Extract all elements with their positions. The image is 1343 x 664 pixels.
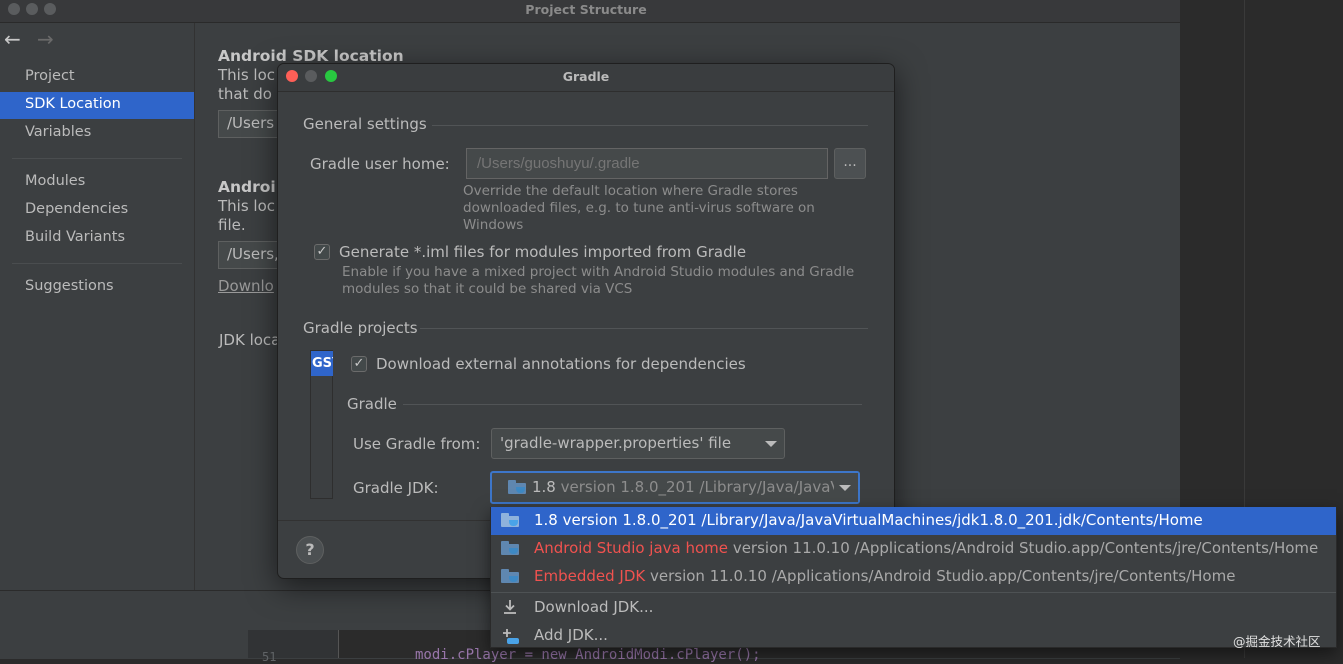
generate-iml-hint: Enable if you have a mixed project with … xyxy=(342,264,855,280)
jdk-option-detail: version 1.8.0_201 /Library/Java/JavaVirt… xyxy=(562,511,1203,529)
gradle-projects-heading: Gradle projects xyxy=(303,319,418,337)
sidebar-divider xyxy=(12,158,182,159)
watermark: @掘金技术社区 xyxy=(1233,634,1321,649)
sidebar-item-modules[interactable]: Modules xyxy=(25,173,85,189)
generate-iml-checkbox[interactable]: ✓ xyxy=(314,244,330,260)
dropdown-divider xyxy=(491,592,1336,593)
dialog-title: Gradle xyxy=(562,69,610,84)
download-annotations-label: Download external annotations for depend… xyxy=(376,355,746,373)
section-divider xyxy=(403,404,862,405)
jdk-option-detail: version 11.0.10 /Applications/Android St… xyxy=(732,539,1319,557)
sidebar-item-project[interactable]: Project xyxy=(25,68,75,84)
use-gradle-from-value: 'gradle-wrapper.properties' file xyxy=(500,434,732,452)
jdk-folder-icon xyxy=(501,569,519,583)
sidebar-item-variables[interactable]: Variables xyxy=(25,124,91,140)
user-home-hint: Windows xyxy=(463,217,524,233)
download-ndk-link[interactable]: Downlo xyxy=(218,277,274,295)
jdk-option-name: Embedded JDK xyxy=(534,567,646,585)
browse-button[interactable]: ... xyxy=(834,148,866,179)
project-list-item[interactable]: GSY xyxy=(311,351,333,376)
section-divider xyxy=(432,125,868,126)
add-jdk-action[interactable]: Add JDK... xyxy=(491,622,1336,650)
jdk-option-name: Android Studio java home xyxy=(534,539,729,557)
jdk-option-detail: version 11.0.10 /Applications/Android St… xyxy=(650,567,1236,585)
android-ndk-description: This loc xyxy=(218,197,276,215)
gradle-user-home-input[interactable] xyxy=(466,148,828,179)
gradle-jdk-label: Gradle JDK: xyxy=(353,479,439,497)
android-ndk-description: file. xyxy=(218,216,246,234)
back-arrow-icon[interactable]: ← xyxy=(4,27,21,51)
jdk-folder-icon xyxy=(501,541,519,555)
jdk-folder-icon xyxy=(508,480,526,494)
android-sdk-description: that do xyxy=(218,85,272,103)
download-jdk-action[interactable]: Download JDK... xyxy=(491,594,1336,622)
section-divider xyxy=(420,328,868,329)
sidebar-item-dependencies[interactable]: Dependencies xyxy=(25,201,128,217)
jdk-option-embedded-jdk[interactable]: Embedded JDK version 11.0.10 /Applicatio… xyxy=(491,563,1336,591)
generate-iml-hint: modules so that it could be shared via V… xyxy=(342,281,633,297)
gradle-user-home-label: Gradle user home: xyxy=(310,155,450,173)
jdk-option-1-8[interactable]: 1.8 version 1.8.0_201 /Library/Java/Java… xyxy=(491,507,1336,535)
android-sdk-description: This loc xyxy=(218,66,276,84)
download-icon xyxy=(501,598,519,620)
gradle-jdk-name: 1.8 xyxy=(532,478,556,496)
android-ndk-heading: Androi xyxy=(218,178,276,196)
jdk-option-android-studio-java-home[interactable]: Android Studio java home version 11.0.10… xyxy=(491,535,1336,563)
sidebar-item-suggestions[interactable]: Suggestions xyxy=(25,278,114,294)
add-jdk-label: Add JDK... xyxy=(534,626,608,644)
window-title: Project Structure xyxy=(525,2,647,17)
general-settings-heading: General settings xyxy=(303,115,427,133)
jdk-folder-icon xyxy=(501,513,519,527)
chevron-down-icon xyxy=(765,441,777,447)
help-button[interactable]: ? xyxy=(296,536,324,564)
sidebar-item-build-variants[interactable]: Build Variants xyxy=(25,229,125,245)
generate-iml-label: Generate *.iml files for modules importe… xyxy=(339,243,747,261)
use-gradle-from-label: Use Gradle from: xyxy=(353,435,481,453)
forward-arrow-icon[interactable]: → xyxy=(37,27,54,51)
line-number: 51 xyxy=(262,650,277,664)
jdk-option-name: 1.8 xyxy=(534,511,558,529)
sidebar-item-sdk-location[interactable]: SDK Location xyxy=(25,96,121,112)
gradle-jdk-detail: version 1.8.0_201 /Library/Java/JavaVirt… xyxy=(560,478,858,496)
add-icon xyxy=(501,626,521,650)
use-gradle-from-select[interactable]: 'gradle-wrapper.properties' file xyxy=(491,428,785,459)
download-jdk-label: Download JDK... xyxy=(534,598,654,616)
jdk-location-label: JDK loca xyxy=(219,331,281,349)
download-annotations-checkbox[interactable]: ✓ xyxy=(351,356,367,372)
user-home-hint: Override the default location where Grad… xyxy=(463,183,798,199)
chevron-down-icon xyxy=(839,485,851,491)
gradle-jdk-select[interactable]: 1.8 version 1.8.0_201 /Library/Java/Java… xyxy=(490,471,860,504)
gradle-section-heading: Gradle xyxy=(347,395,397,413)
sidebar-divider xyxy=(12,263,182,264)
user-home-hint: downloaded files, e.g. to tune anti-viru… xyxy=(463,200,815,216)
